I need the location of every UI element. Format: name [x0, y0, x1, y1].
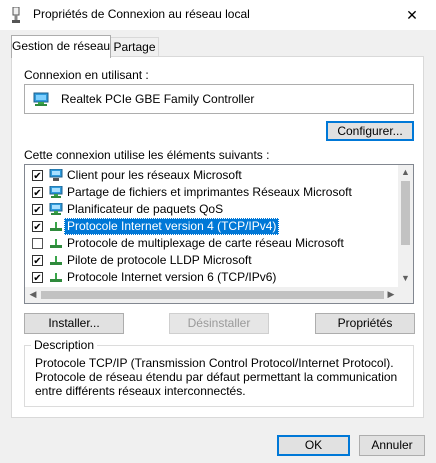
tab-label: Gestion de réseau: [12, 39, 111, 53]
item-label: Client pour les réseaux Microsoft: [67, 168, 242, 182]
cancel-button-label: Annuler: [371, 438, 413, 452]
tab-partage[interactable]: Partage: [110, 37, 159, 57]
item-checkbox[interactable]: [32, 238, 43, 249]
properties-button-label: Propriétés: [337, 316, 393, 330]
connection-label: Connexion en utilisant :: [24, 68, 149, 82]
install-button[interactable]: Installer...: [24, 313, 124, 334]
adapter-name: Realtek PCIe GBE Family Controller: [61, 92, 255, 106]
tab-gestion-de-reseau[interactable]: Gestion de réseau: [11, 35, 111, 58]
configure-button-label: Configurer...: [337, 124, 403, 138]
title-bar: Propriétés de Connexion au réseau local …: [0, 0, 436, 30]
adapter-box: Realtek PCIe GBE Family Controller: [24, 84, 414, 114]
scroll-down-icon[interactable]: ▼: [398, 273, 413, 283]
scroll-right-icon[interactable]: ▶: [385, 289, 397, 300]
horizontal-scrollbar[interactable]: ◀ ▶: [25, 287, 398, 303]
network-adapter-icon: [33, 92, 49, 106]
scroll-up-icon[interactable]: ▲: [398, 167, 413, 177]
components-list[interactable]: ✔ Client pour les réseaux Microsoft ✔ Pa…: [24, 164, 414, 304]
scroll-corner: [398, 287, 413, 303]
uninstall-button-label: Désinstaller: [187, 316, 251, 330]
protocol-icon: [50, 239, 62, 248]
vertical-scrollbar[interactable]: ▲ ▼: [398, 165, 413, 287]
item-label: Protocole de multiplexage de carte résea…: [67, 236, 344, 250]
protocol-icon: [50, 222, 62, 231]
item-checkbox[interactable]: ✔: [32, 170, 43, 182]
list-item-selected[interactable]: ✔ Protocole Internet version 4 (TCP/IPv4…: [25, 218, 397, 235]
scroll-thumb[interactable]: [401, 181, 410, 245]
items-label: Cette connexion utilise les éléments sui…: [24, 148, 270, 162]
install-button-label: Installer...: [48, 316, 100, 330]
list-item[interactable]: ✔ Client pour les réseaux Microsoft: [25, 167, 397, 184]
list-item[interactable]: ✔ Planificateur de paquets QoS: [25, 201, 397, 218]
protocol-icon: [50, 256, 62, 265]
window-title: Propriétés de Connexion au réseau local: [33, 7, 250, 21]
configure-button[interactable]: Configurer...: [326, 121, 414, 141]
cancel-button[interactable]: Annuler: [359, 435, 425, 456]
ok-button-label: OK: [304, 438, 323, 452]
ok-button[interactable]: OK: [277, 435, 350, 456]
protocol-icon: [50, 273, 62, 282]
network-connection-icon: [12, 7, 20, 23]
scroll-left-icon[interactable]: ◀: [27, 289, 39, 300]
list-item[interactable]: ✔ Partage de fichiers et imprimantes Rés…: [25, 184, 397, 201]
description-text: Protocole TCP/IP (Transmission Control P…: [35, 356, 398, 398]
item-label: Planificateur de paquets QoS: [67, 202, 224, 216]
list-item[interactable]: ✔ Protocole Internet version 6 (TCP/IPv6…: [25, 269, 397, 286]
uninstall-button[interactable]: Désinstaller: [169, 313, 269, 334]
list-item[interactable]: ✔ Pilote de protocole LLDP Microsoft: [25, 252, 397, 269]
tab-label: Partage: [113, 40, 156, 54]
description-title: Description: [31, 338, 98, 352]
item-label: Protocole Internet version 4 (TCP/IPv4): [64, 218, 280, 235]
item-checkbox[interactable]: ✔: [32, 221, 43, 233]
item-label: Protocole Internet version 6 (TCP/IPv6): [67, 270, 277, 284]
item-checkbox[interactable]: ✔: [32, 187, 43, 199]
item-label: Partage de fichiers et imprimantes Résea…: [67, 185, 352, 199]
close-button[interactable]: ✕: [400, 5, 424, 25]
item-checkbox[interactable]: ✔: [32, 204, 43, 216]
list-item[interactable]: Protocole de multiplexage de carte résea…: [25, 235, 397, 252]
network-service-icon: [49, 203, 63, 215]
item-checkbox[interactable]: ✔: [32, 255, 43, 267]
item-label: Pilote de protocole LLDP Microsoft: [67, 253, 252, 267]
scroll-thumb-horizontal[interactable]: [41, 291, 384, 299]
item-checkbox[interactable]: ✔: [32, 272, 43, 284]
properties-button[interactable]: Propriétés: [315, 313, 415, 334]
network-service-icon: [49, 186, 63, 198]
close-icon: ✕: [406, 7, 418, 23]
network-client-icon: [49, 169, 63, 181]
